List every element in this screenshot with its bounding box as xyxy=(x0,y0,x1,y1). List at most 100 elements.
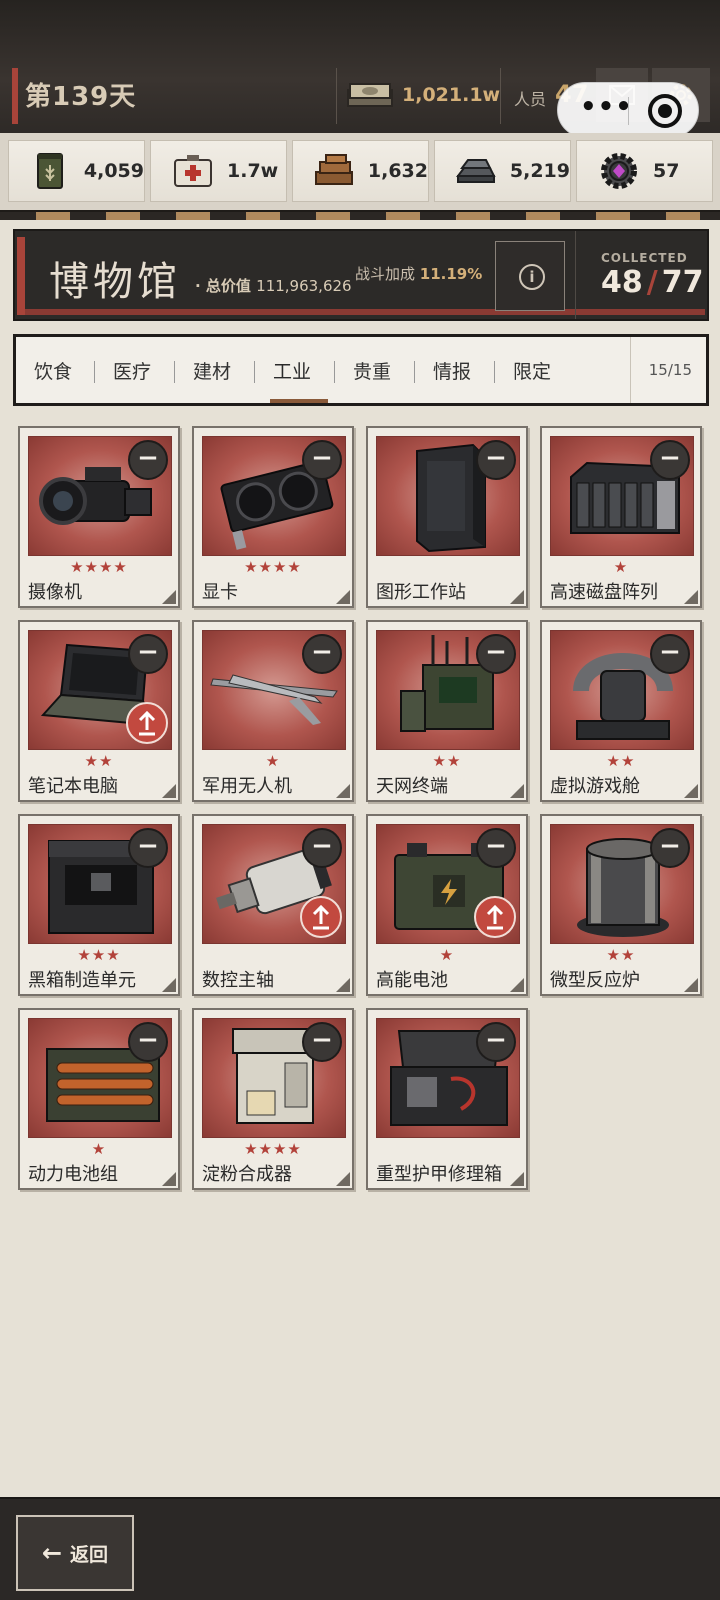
item-card[interactable]: − ★★ 笔记本电脑 xyxy=(18,620,180,802)
tab-medical[interactable]: 医疗 xyxy=(113,357,151,384)
resource-medicine[interactable]: 1.7w xyxy=(150,140,287,202)
item-card[interactable]: − ★★★★ 淀粉合成器 xyxy=(192,1008,354,1190)
remove-button[interactable]: − xyxy=(302,1022,342,1062)
resource-food[interactable]: 4,059 xyxy=(8,140,145,202)
star-rating: ★ xyxy=(439,946,455,964)
item-card[interactable]: − ★★★★ 显卡 xyxy=(192,426,354,608)
remove-button[interactable]: − xyxy=(650,828,690,868)
corner-mark xyxy=(336,590,350,604)
money-stack-icon xyxy=(347,83,393,107)
back-button[interactable]: ← 返回 xyxy=(16,1515,134,1591)
remove-button[interactable]: − xyxy=(302,634,342,674)
tab-building[interactable]: 建材 xyxy=(193,357,231,384)
tab-item-count: 15/15 xyxy=(648,361,692,379)
slash-divider: / xyxy=(646,265,658,300)
corner-mark xyxy=(336,1172,350,1186)
resource-value: 5,219 xyxy=(509,160,570,182)
resource-value: 1.7w xyxy=(227,160,279,182)
tab-food[interactable]: 饮食 xyxy=(34,357,72,384)
remove-button[interactable]: − xyxy=(476,634,516,674)
total-value: · 总价值 111,963,626 xyxy=(195,275,352,296)
star-rating: ★★★ xyxy=(77,946,121,964)
remove-button[interactable]: − xyxy=(476,440,516,480)
resource-value: 1,632 xyxy=(367,160,428,182)
medkit-icon xyxy=(171,149,215,193)
upgrade-icon[interactable] xyxy=(474,896,516,938)
remove-button[interactable]: − xyxy=(476,1022,516,1062)
remove-button[interactable]: − xyxy=(128,828,168,868)
info-button[interactable]: i xyxy=(495,241,565,311)
tab-industry[interactable]: 工业 xyxy=(273,357,311,384)
bottom-bar: ← 返回 xyxy=(0,1497,720,1600)
item-card[interactable]: − ★★★ 黑箱制造单元 xyxy=(18,814,180,996)
remove-button[interactable]: − xyxy=(476,828,516,868)
close-miniprogram-icon[interactable] xyxy=(648,94,682,128)
corner-mark xyxy=(162,1172,176,1186)
food-can-icon xyxy=(29,149,72,193)
remove-button[interactable]: − xyxy=(650,634,690,674)
item-card[interactable]: − ★★ 微型反应炉 xyxy=(540,814,702,996)
gear-chip-icon xyxy=(597,149,641,193)
resource-wood[interactable]: 1,632 xyxy=(292,140,429,202)
remove-button[interactable]: − xyxy=(128,634,168,674)
corner-mark xyxy=(162,784,176,798)
item-name: 笔记本电脑 xyxy=(28,776,118,797)
info-icon: i xyxy=(519,264,545,290)
item-name: 高能电池 xyxy=(376,970,448,991)
combat-bonus: 战斗加成 11.19% xyxy=(355,263,482,284)
tab-divider xyxy=(94,361,95,383)
remove-button[interactable]: − xyxy=(128,440,168,480)
resource-chips[interactable]: 57 xyxy=(576,140,713,202)
item-card[interactable]: − ★★★★ 摄像机 xyxy=(18,426,180,608)
upgrade-icon[interactable] xyxy=(300,896,342,938)
upgrade-icon[interactable] xyxy=(126,702,168,744)
star-rating: ★★★★ xyxy=(70,558,128,576)
item-name: 重型护甲修理箱 xyxy=(376,1164,502,1185)
item-card[interactable]: − ★ 军用无人机 xyxy=(192,620,354,802)
tab-divider xyxy=(334,361,335,383)
corner-mark xyxy=(684,784,698,798)
tab-intel[interactable]: 情报 xyxy=(433,357,471,384)
divider xyxy=(575,231,576,319)
wood-planks-icon xyxy=(313,149,356,193)
corner-mark xyxy=(162,978,176,992)
total-value-number: 111,963,626 xyxy=(256,277,352,295)
corner-mark xyxy=(162,590,176,604)
item-card[interactable]: − ★★ 虚拟游戏舱 xyxy=(540,620,702,802)
remove-button[interactable]: − xyxy=(302,440,342,480)
active-tab-indicator xyxy=(270,399,328,403)
item-card[interactable]: − ★ 动力电池组 xyxy=(18,1008,180,1190)
star-rating: ★★★★ xyxy=(244,1140,302,1158)
item-card[interactable]: − ★★ 天网终端 xyxy=(366,620,528,802)
more-menu-button[interactable]: ••• xyxy=(580,94,633,120)
corner-mark xyxy=(510,1172,524,1186)
collected-count: 48 xyxy=(601,265,643,300)
page-title: 博物馆 xyxy=(49,259,181,305)
item-name: 天网终端 xyxy=(376,776,448,797)
corner-mark xyxy=(510,978,524,992)
resource-value: 57 xyxy=(653,160,680,182)
item-card[interactable]: − ★ 高能电池 xyxy=(366,814,528,996)
item-card[interactable]: − 图形工作站 xyxy=(366,426,528,608)
tab-limited[interactable]: 限定 xyxy=(513,357,551,384)
combat-bonus-value: 11.19% xyxy=(419,265,483,283)
accent-bar xyxy=(17,237,25,315)
item-name: 摄像机 xyxy=(28,582,82,603)
corner-mark xyxy=(336,978,350,992)
corner-mark xyxy=(684,978,698,992)
item-name: 动力电池组 xyxy=(28,1164,118,1185)
corner-mark xyxy=(336,784,350,798)
resource-steel[interactable]: 5,219 xyxy=(434,140,571,202)
item-card[interactable]: − ★ 高速磁盘阵列 xyxy=(540,426,702,608)
item-name: 图形工作站 xyxy=(376,582,466,603)
divider xyxy=(500,68,501,124)
item-card[interactable]: − 重型护甲修理箱 xyxy=(366,1008,528,1190)
remove-button[interactable]: − xyxy=(650,440,690,480)
remove-button[interactable]: − xyxy=(302,828,342,868)
tab-divider xyxy=(174,361,175,383)
star-rating: ★★★★ xyxy=(244,558,302,576)
item-card[interactable]: − 数控主轴 xyxy=(192,814,354,996)
tab-valuables[interactable]: 贵重 xyxy=(353,357,391,384)
remove-button[interactable]: − xyxy=(128,1022,168,1062)
total-value-label: · 总价值 xyxy=(195,277,251,295)
